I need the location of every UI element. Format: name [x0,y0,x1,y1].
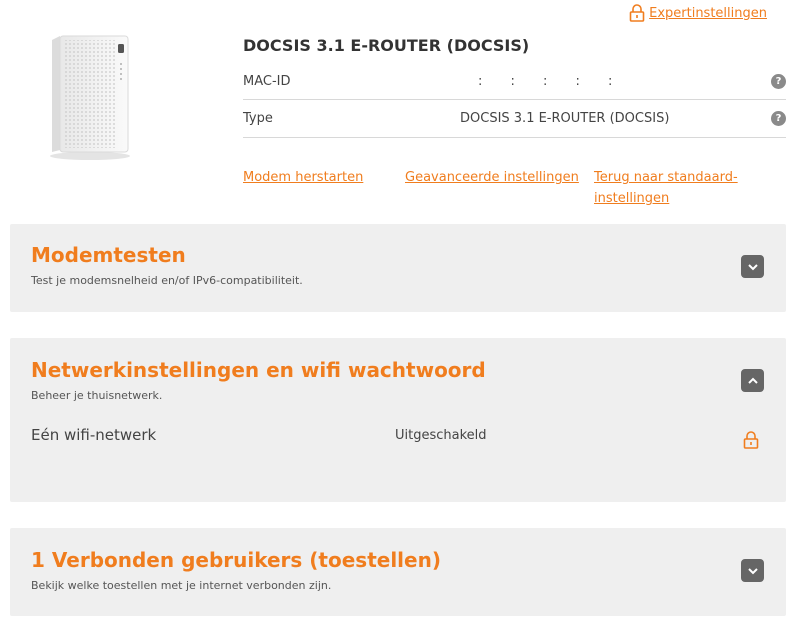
chevron-down-icon [747,263,758,270]
advanced-settings-link[interactable]: Geavanceerde instellingen [405,170,579,185]
help-icon[interactable]: ? [771,111,786,126]
factory-reset-line1: Terug naar standaard- [594,170,738,185]
modem-tests-expand-button[interactable] [741,255,764,278]
modem-tests-subtitle: Test je modemsnelheid en/of IPv6-compati… [31,274,303,287]
device-actions: Modem herstarten Geavanceerde instelling… [243,167,786,209]
chevron-down-icon [747,567,758,574]
chevron-up-icon [747,377,758,384]
network-settings-title[interactable]: Netwerkinstellingen en wifi wachtwoord [31,358,486,382]
factory-reset-link[interactable]: Terug naar standaard- instellingen [594,170,738,206]
type-value: DOCSIS 3.1 E-ROUTER (DOCSIS) [460,111,670,126]
connected-users-panel: 1 Verbonden gebruikers (toestellen) Beki… [10,528,786,616]
restart-modem-link[interactable]: Modem herstarten [243,170,363,185]
mac-id-value: : : : : : [478,73,625,89]
connected-users-subtitle: Bekijk welke toestellen met je internet … [31,579,332,592]
network-settings-subtitle: Beheer je thuisnetwerk. [31,389,163,402]
modem-tests-panel: Modemtesten Test je modemsnelheid en/of … [10,224,786,312]
device-title: DOCSIS 3.1 E-ROUTER (DOCSIS) [243,36,530,55]
help-icon[interactable]: ? [771,74,786,89]
connected-users-title[interactable]: 1 Verbonden gebruikers (toestellen) [31,548,441,572]
type-label: Type [243,111,273,126]
mac-id-row: MAC-ID : : : : : ? [243,62,786,100]
single-wifi-label: Eén wifi-netwerk [31,426,157,444]
mac-id-label: MAC-ID [243,73,291,89]
factory-reset-line2: instellingen [594,191,670,206]
device-info: DOCSIS 3.1 E-ROUTER (DOCSIS) MAC-ID : : … [243,36,786,138]
network-settings-panel: Netwerkinstellingen en wifi wachtwoord B… [10,338,786,502]
lock-icon[interactable] [743,431,759,449]
network-settings-collapse-button[interactable] [741,369,764,392]
expert-settings-link[interactable]: Expertinstellingen [629,4,767,22]
lock-icon [629,4,645,22]
connected-users-expand-button[interactable] [741,559,764,582]
modem-image [50,35,130,160]
single-wifi-status: Uitgeschakeld [395,428,487,443]
modem-tests-title[interactable]: Modemtesten [31,243,186,267]
type-row: Type DOCSIS 3.1 E-ROUTER (DOCSIS) ? [243,100,786,138]
expert-settings-label: Expertinstellingen [649,5,767,21]
